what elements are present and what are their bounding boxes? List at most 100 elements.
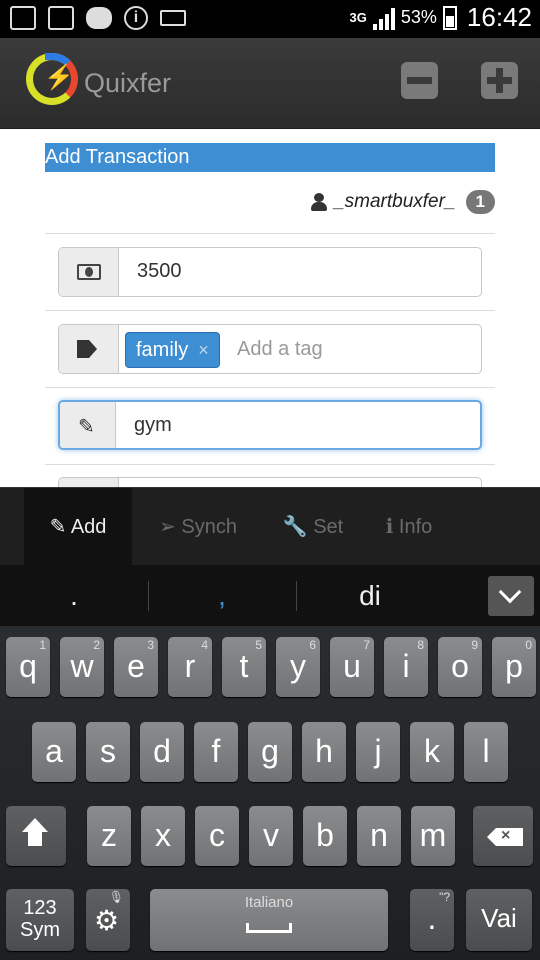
tab-synch[interactable]: ➢ Synch (148, 488, 248, 566)
send-icon: ➢ (159, 516, 176, 538)
space-icon (246, 923, 292, 933)
tag-chip: family × (125, 332, 220, 368)
key-g[interactable]: g (248, 722, 292, 782)
tab-synch-label: Synch (181, 516, 237, 538)
tag-chip-label: family (136, 339, 189, 361)
key-n[interactable]: n (357, 806, 401, 866)
symbols-key-label-1: 123 (23, 897, 57, 919)
form-title: Add Transaction (45, 143, 495, 172)
suggestion-item[interactable]: . (0, 565, 148, 627)
user-info: _smartbuxfer_ 1 (310, 190, 495, 214)
mic-icon: 🎙 (108, 890, 124, 904)
key-k[interactable]: k (410, 722, 454, 782)
key-p[interactable]: 0p (492, 637, 536, 697)
space-key-label: Italiano (244, 894, 294, 911)
key-m[interactable]: m (411, 806, 455, 866)
key-y[interactable]: 6y (276, 637, 320, 697)
amount-addon (59, 248, 119, 296)
info-icon: ℹ (385, 516, 394, 538)
key-q[interactable]: 1q (6, 637, 50, 697)
pencil-icon: ✎ (78, 416, 95, 438)
tags-icon (77, 340, 97, 358)
amount-input[interactable]: 3500 (119, 248, 481, 296)
next-input-group (58, 477, 482, 487)
tags-addon (59, 325, 119, 373)
add-button[interactable] (481, 62, 518, 99)
tab-info[interactable]: ℹ Info (376, 488, 442, 566)
battery-percent: 53% (400, 7, 437, 27)
bottom-tab-bar: ✎ Add ➢ Synch 🔧 Set ℹ Info (0, 487, 540, 566)
key-s[interactable]: s (86, 722, 130, 782)
tab-set[interactable]: 🔧 Set (278, 488, 348, 566)
space-key[interactable]: Italiano (150, 889, 388, 951)
wrench-icon: 🔧 (282, 516, 308, 538)
key-t[interactable]: 5t (222, 637, 266, 697)
email-notification-icon (48, 6, 74, 30)
status-bar: i 3G 53% 16:42 (0, 0, 540, 38)
remove-tag-icon[interactable]: × (198, 340, 209, 360)
suggestion-item[interactable]: di (296, 565, 444, 627)
gear-icon: ⚙ (94, 905, 120, 936)
shift-icon (22, 818, 48, 832)
go-key[interactable]: Vai (466, 889, 532, 951)
keyboard-suggestion-bar: . , di (0, 565, 540, 627)
key-w[interactable]: 2w (60, 637, 104, 697)
tab-info-label: Info (398, 516, 433, 538)
suggestion-item[interactable]: , (148, 565, 296, 627)
key-f[interactable]: f (194, 722, 238, 782)
edit-icon: ✎ (49, 516, 67, 538)
key-c[interactable]: c (195, 806, 239, 866)
symbols-key-label-2: Sym (20, 919, 60, 941)
tags-input-group: family × Add a tag (58, 324, 482, 374)
backspace-key[interactable]: × (473, 806, 533, 866)
app-title: Quixfer (84, 68, 172, 98)
tab-add-label: Add (70, 516, 107, 538)
tag-placeholder: Add a tag (237, 338, 323, 360)
description-addon: ✎ (60, 402, 116, 448)
key-v[interactable]: v (249, 806, 293, 866)
key-z[interactable]: z (87, 806, 131, 866)
key-u[interactable]: 7u (330, 637, 374, 697)
money-icon (77, 264, 101, 280)
key-o[interactable]: 9o (438, 637, 482, 697)
tab-set-label: Set (313, 516, 344, 538)
symbols-key[interactable]: 123 Sym (6, 889, 74, 951)
divider (45, 233, 495, 234)
signal-icon (372, 6, 395, 30)
key-h[interactable]: h (302, 722, 346, 782)
chevron-down-icon (498, 580, 522, 604)
key-l[interactable]: l (464, 722, 508, 782)
key-j[interactable]: j (356, 722, 400, 782)
key-d[interactable]: d (140, 722, 184, 782)
battery-icon (442, 5, 457, 30)
gallery-notification-icon (10, 6, 36, 30)
user-icon (310, 193, 328, 211)
key-a[interactable]: a (32, 722, 76, 782)
tags-input[interactable]: family × Add a tag (119, 325, 481, 373)
app-logo-icon: ⚡ (26, 53, 78, 105)
period-key[interactable]: "? . (410, 889, 454, 951)
settings-key[interactable]: ⚙ 🎙 (86, 889, 130, 951)
key-b[interactable]: b (303, 806, 347, 866)
info-notification-icon: i (124, 6, 148, 30)
add-transaction-form: Add Transaction _smartbuxfer_ 1 3500 fam… (0, 129, 540, 487)
tab-add[interactable]: ✎ Add (24, 488, 132, 566)
description-input[interactable]: gym (116, 402, 480, 448)
user-name: _smartbuxfer_ (334, 191, 456, 212)
shift-key[interactable] (6, 806, 66, 866)
key-x[interactable]: x (141, 806, 185, 866)
keyboard-notification-icon (160, 10, 186, 26)
key-r[interactable]: 4r (168, 637, 212, 697)
key-i[interactable]: 8i (384, 637, 428, 697)
network-type: 3G (349, 10, 367, 25)
key-e[interactable]: 3e (114, 637, 158, 697)
minus-icon (407, 77, 432, 84)
collapse-keyboard-button[interactable] (488, 576, 534, 616)
clock: 16:42 (466, 2, 532, 32)
app-header: ⚡ Quixfer (0, 38, 540, 129)
message-notification-icon (86, 7, 112, 29)
remove-button[interactable] (401, 62, 438, 99)
divider (45, 464, 495, 465)
divider (45, 310, 495, 311)
description-input-group: ✎ gym (58, 400, 482, 450)
